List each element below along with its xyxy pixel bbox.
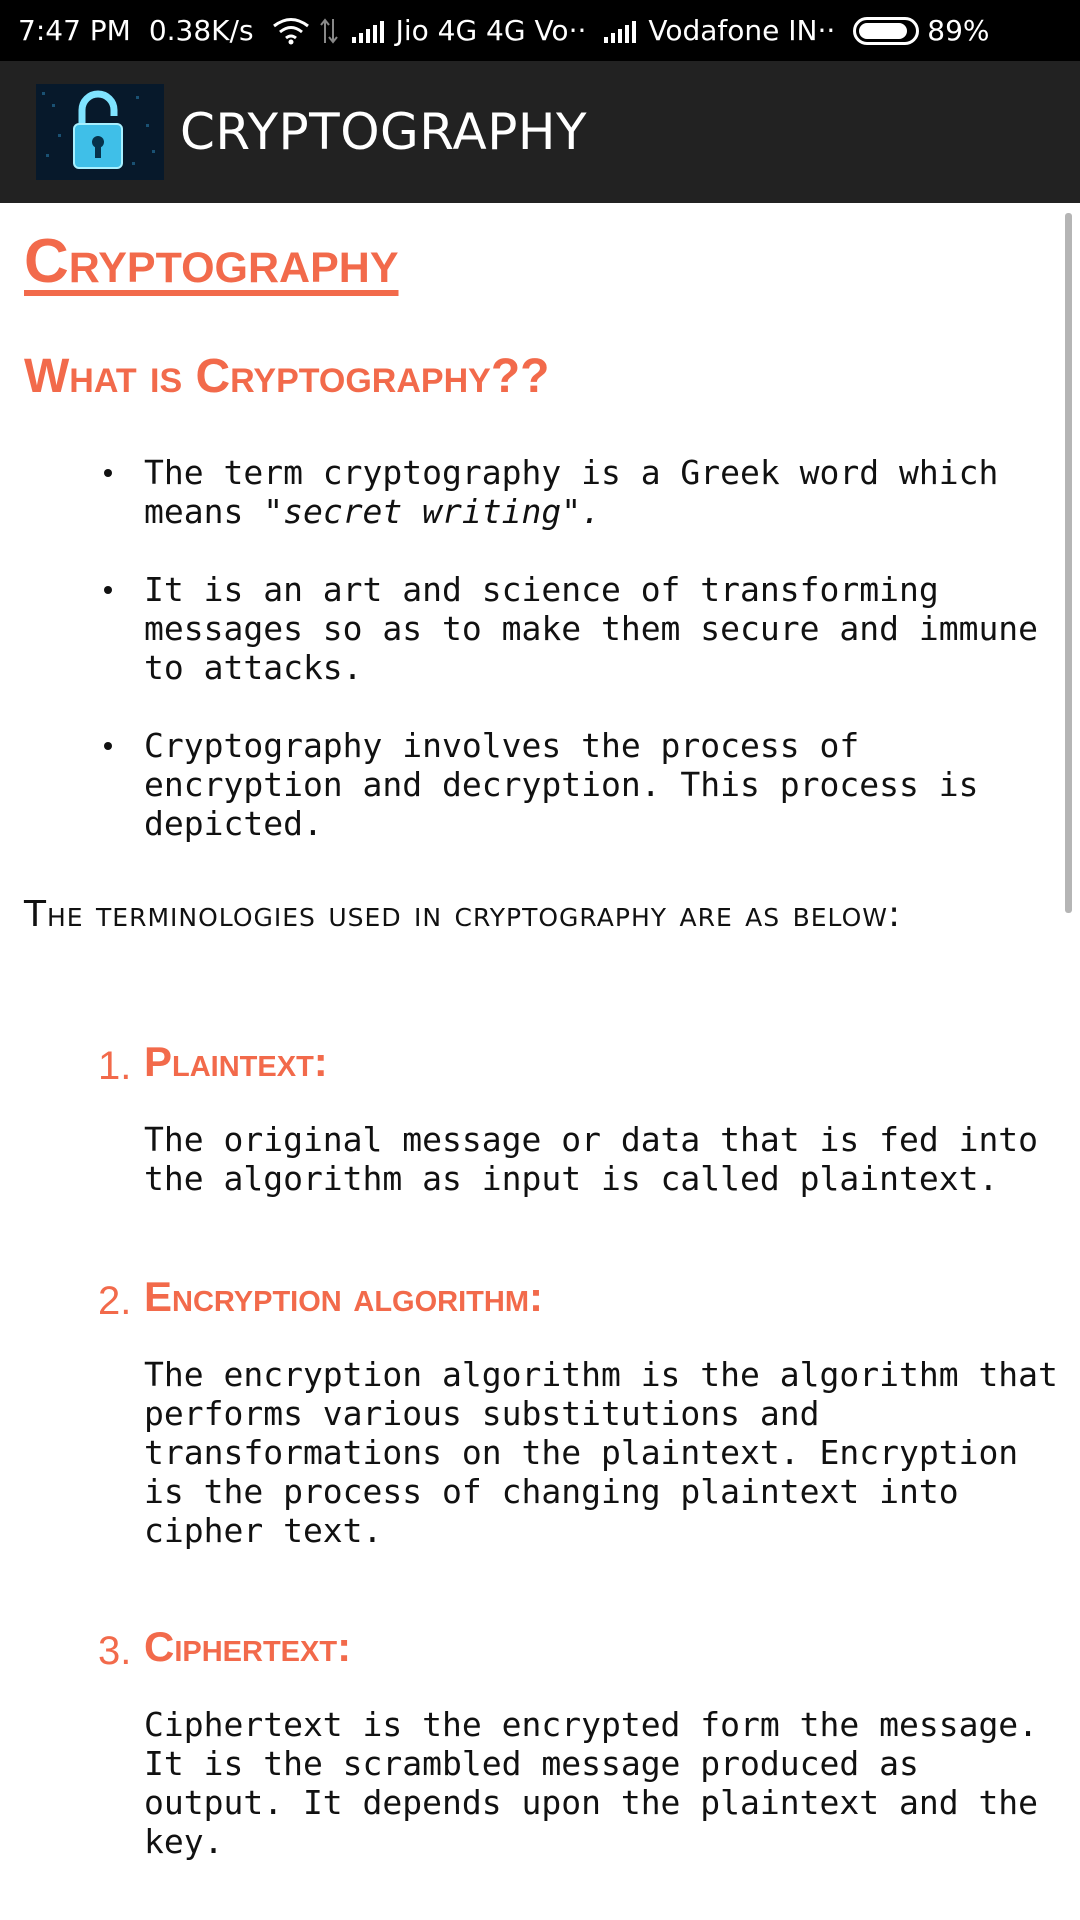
carrier-2-label: Vodafone IN··	[648, 14, 836, 47]
term-description: Ciphertext is the encrypted form the mes…	[144, 1705, 1039, 1861]
term-item-ciphertext: 3. Ciphertext: Ciphertext is the encrypt…	[0, 1623, 1080, 1861]
signal-strength-icon-2	[604, 19, 637, 43]
term-item-encryption-algorithm: 2. Encryption algorithm: The encryption …	[0, 1273, 1080, 1550]
bullet-dot	[104, 586, 112, 594]
status-time: 7:47 PM	[18, 14, 131, 47]
term-title: Plaintext:	[144, 1038, 328, 1085]
data-transfer-icon	[319, 17, 338, 44]
wifi-icon	[272, 17, 309, 44]
term-number: 2.	[98, 1279, 132, 1323]
status-bar: 7:47 PM 0.38K/s Jio 4G 4G Vo·· Vodafone …	[0, 0, 1080, 61]
bullet-text: Cryptography involves the process of enc…	[144, 726, 979, 843]
bullet-text: It is an art and science of transforming…	[144, 570, 1039, 687]
bullet-emphasis: "secret writing".	[263, 492, 601, 531]
carrier-1-label: Jio 4G 4G Vo··	[395, 14, 587, 47]
padlock-icon	[36, 84, 164, 180]
section-heading: What is Cryptography??	[24, 350, 550, 403]
content-scroll-area[interactable]: Cryptography What is Cryptography?? The …	[0, 203, 1080, 1920]
list-item: It is an art and science of transforming…	[0, 570, 1080, 687]
term-title: Ciphertext:	[144, 1623, 352, 1670]
bullet-list: The term cryptography is a Greek word wh…	[0, 453, 1080, 882]
terms-intro: The terminologies used in cryptography a…	[24, 894, 902, 935]
term-number: 1.	[98, 1044, 132, 1088]
battery-percent: 89%	[927, 14, 990, 47]
app-title: CRYPTOGRAPHY	[180, 103, 588, 161]
list-item: Cryptography involves the process of enc…	[0, 726, 1080, 843]
list-item: The term cryptography is a Greek word wh…	[0, 453, 1080, 531]
term-description: The original message or data that is fed…	[144, 1120, 1039, 1198]
app-bar: CRYPTOGRAPHY	[0, 61, 1080, 203]
term-title: Encryption algorithm:	[144, 1273, 543, 1320]
bullet-dot	[104, 469, 112, 477]
term-item-plaintext: 1. Plaintext: The original message or da…	[0, 1038, 1080, 1198]
battery-icon	[853, 16, 920, 45]
bullet-dot	[104, 742, 112, 750]
status-network-speed: 0.38K/s	[148, 14, 254, 47]
page-title: Cryptography	[24, 227, 399, 296]
signal-strength-icon	[351, 19, 384, 43]
term-number: 3.	[98, 1629, 132, 1673]
term-description: The encryption algorithm is the algorith…	[144, 1355, 1058, 1550]
